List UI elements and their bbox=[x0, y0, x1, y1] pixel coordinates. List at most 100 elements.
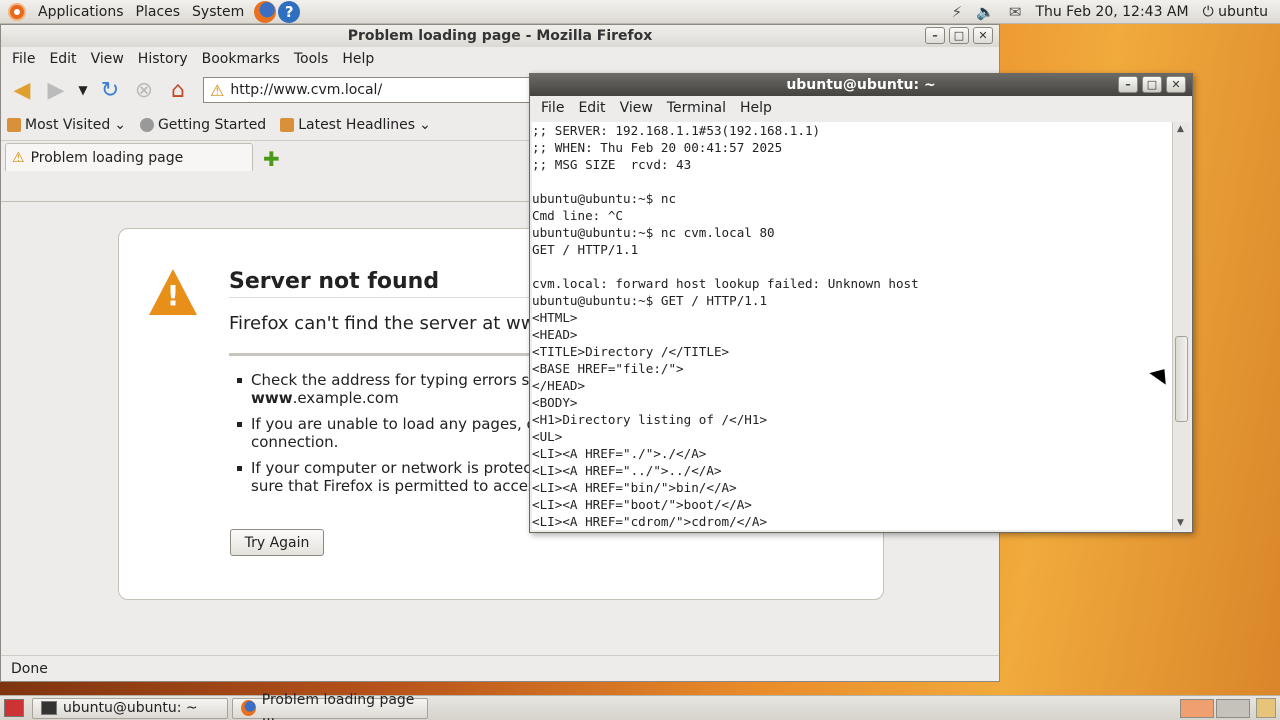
firefox-icon bbox=[241, 700, 256, 716]
clock[interactable]: Thu Feb 20, 12:43 AM bbox=[1035, 4, 1188, 20]
terminal-line: ;; WHEN: Thu Feb 20 00:41:57 2025 bbox=[532, 140, 783, 155]
menu-view[interactable]: View bbox=[613, 100, 660, 116]
terminal-line: <BASE HREF="file:/"> bbox=[532, 361, 684, 376]
maximize-button[interactable]: □ bbox=[1142, 76, 1162, 93]
task-label: Problem loading page ... bbox=[261, 692, 415, 720]
terminal-line: ubuntu@ubuntu:~$ nc cvm.local 80 bbox=[532, 225, 775, 240]
scroll-up-icon[interactable]: ▲ bbox=[1177, 124, 1184, 134]
terminal-line: <BODY> bbox=[532, 395, 578, 410]
suggestion-text: Check the address for typing errors su bbox=[251, 371, 539, 389]
terminal-line: ubuntu@ubuntu:~$ GET / HTTP/1.1 bbox=[532, 293, 768, 308]
url-bar[interactable]: ⚠ http://www.cvm.local/ bbox=[203, 77, 533, 103]
help-launcher-icon[interactable]: ? bbox=[278, 0, 301, 23]
url-text: http://www.cvm.local/ bbox=[230, 82, 383, 98]
forward-arrow-icon[interactable]: ▶ bbox=[41, 75, 71, 105]
bookmark-getting-started[interactable]: Getting Started bbox=[139, 116, 267, 133]
terminal-line: <HTML> bbox=[532, 310, 578, 325]
bookmark-latest-headlines[interactable]: Latest Headlines ⌄ bbox=[280, 117, 431, 133]
terminal-window-title: ubuntu@ubuntu: ~ bbox=[786, 77, 936, 93]
scroll-down-icon[interactable]: ▼ bbox=[1177, 518, 1184, 528]
bookmark-label: Most Visited bbox=[25, 116, 111, 133]
volume-icon[interactable]: 🔈 bbox=[976, 3, 995, 21]
new-tab-plus-icon[interactable]: ✚ bbox=[263, 147, 280, 171]
menu-help[interactable]: Help bbox=[733, 100, 779, 116]
back-arrow-icon[interactable]: ◀ bbox=[7, 75, 37, 105]
menu-view[interactable]: View bbox=[84, 51, 131, 67]
try-again-button[interactable]: Try Again bbox=[230, 529, 324, 556]
menu-file[interactable]: File bbox=[534, 100, 571, 116]
status-bar: Done bbox=[1, 655, 999, 681]
tab-problem-loading[interactable]: ⚠ Problem loading page bbox=[5, 143, 253, 171]
terminal-line: <LI><A HREF="../">../</A> bbox=[532, 463, 722, 478]
terminal-output[interactable]: ;; SERVER: 192.168.1.1#53(192.168.1.1);;… bbox=[532, 122, 1172, 530]
menu-bookmarks[interactable]: Bookmarks bbox=[195, 51, 287, 67]
network-icon[interactable]: ⚡ bbox=[952, 3, 963, 21]
workspace-2[interactable] bbox=[1216, 699, 1250, 718]
reload-icon[interactable]: ↻ bbox=[95, 75, 125, 105]
minimize-button[interactable]: – bbox=[1118, 76, 1138, 93]
suggestion-text: sure that Firefox is permitted to acces bbox=[251, 477, 536, 495]
close-button[interactable]: ✕ bbox=[973, 27, 993, 44]
suggestion-bold: www bbox=[251, 389, 293, 407]
mail-icon[interactable]: ✉ bbox=[1009, 3, 1022, 21]
bookmark-label: Getting Started bbox=[157, 116, 267, 133]
show-desktop-icon[interactable] bbox=[4, 699, 24, 717]
tab-label: Problem loading page bbox=[30, 149, 184, 166]
folder-icon bbox=[7, 117, 21, 132]
rss-icon bbox=[280, 117, 295, 132]
page-icon bbox=[139, 117, 154, 132]
history-dropdown-icon[interactable]: ▼ bbox=[75, 75, 91, 105]
suggestion-text: connection. bbox=[251, 433, 339, 451]
menu-history[interactable]: History bbox=[131, 51, 195, 67]
firefox-launcher-icon[interactable] bbox=[254, 0, 277, 23]
terminal-scrollbar[interactable]: ▲ ▼ bbox=[1172, 122, 1190, 530]
firefox-titlebar[interactable]: Problem loading page - Mozilla Firefox –… bbox=[1, 25, 999, 47]
terminal-line: <H1>Directory listing of /</H1> bbox=[532, 412, 768, 427]
workspace-switcher[interactable] bbox=[1180, 699, 1250, 718]
terminal-line: </HEAD> bbox=[532, 378, 586, 393]
terminal-line: <TITLE>Directory /</TITLE> bbox=[532, 344, 730, 359]
user-menu[interactable]: ⏻ ubuntu bbox=[1203, 4, 1268, 20]
close-button[interactable]: ✕ bbox=[1166, 76, 1186, 93]
status-text: Done bbox=[11, 660, 48, 677]
system-tray: ⚡ 🔈 ✉ Thu Feb 20, 12:43 AM ⏻ ubuntu bbox=[952, 0, 1280, 24]
top-panel: Applications Places System ? ⚡ 🔈 ✉ Thu F… bbox=[0, 0, 1280, 24]
minimize-button[interactable]: – bbox=[925, 27, 945, 44]
ubuntu-logo-icon[interactable] bbox=[8, 2, 26, 21]
taskbar-item-firefox[interactable]: Problem loading page ... bbox=[232, 692, 428, 720]
menu-edit[interactable]: Edit bbox=[42, 51, 83, 67]
menu-edit[interactable]: Edit bbox=[571, 100, 612, 116]
terminal-line: <LI><A HREF="./">./</A> bbox=[532, 446, 707, 461]
terminal-icon bbox=[41, 701, 57, 715]
trash-icon[interactable] bbox=[1256, 698, 1276, 718]
home-icon[interactable]: ⌂ bbox=[163, 75, 193, 105]
terminal-line: <LI><A HREF="boot/">boot/</A> bbox=[532, 497, 752, 512]
warning-icon: ⚠ bbox=[210, 80, 225, 100]
system-menu[interactable]: System bbox=[186, 0, 250, 24]
bookmark-most-visited[interactable]: Most Visited ⌄ bbox=[7, 117, 126, 133]
warning-icon: ⚠ bbox=[12, 149, 25, 166]
terminal-line: Cmd line: ^C bbox=[532, 208, 623, 223]
chevron-down-icon: ⌄ bbox=[419, 116, 431, 133]
menu-terminal[interactable]: Terminal bbox=[660, 100, 733, 116]
menu-help[interactable]: Help bbox=[335, 51, 381, 67]
stop-icon[interactable]: ⊗ bbox=[129, 75, 159, 105]
suggestion-text: If your computer or network is protect bbox=[251, 459, 538, 477]
terminal-line: ;; SERVER: 192.168.1.1#53(192.168.1.1) bbox=[532, 123, 821, 138]
maximize-button[interactable]: □ bbox=[949, 27, 969, 44]
suggestion-text: If you are unable to load any pages, c bbox=[251, 415, 535, 433]
menu-file[interactable]: File bbox=[5, 51, 42, 67]
exclamation-mark: ! bbox=[166, 279, 180, 312]
terminal-titlebar[interactable]: ubuntu@ubuntu: ~ – □ ✕ bbox=[530, 74, 1192, 96]
menu-tools[interactable]: Tools bbox=[287, 51, 336, 67]
chevron-down-icon: ⌄ bbox=[114, 116, 126, 133]
applications-menu[interactable]: Applications bbox=[32, 0, 130, 24]
suggestion-text: .example.com bbox=[292, 389, 399, 407]
scrollbar-thumb[interactable] bbox=[1175, 336, 1188, 422]
taskbar-item-terminal[interactable]: ubuntu@ubuntu: ~ bbox=[32, 697, 228, 719]
terminal-line: <UL> bbox=[532, 429, 563, 444]
terminal-line: GET / HTTP/1.1 bbox=[532, 242, 639, 257]
workspace-1[interactable] bbox=[1180, 699, 1214, 718]
places-menu[interactable]: Places bbox=[130, 0, 187, 24]
